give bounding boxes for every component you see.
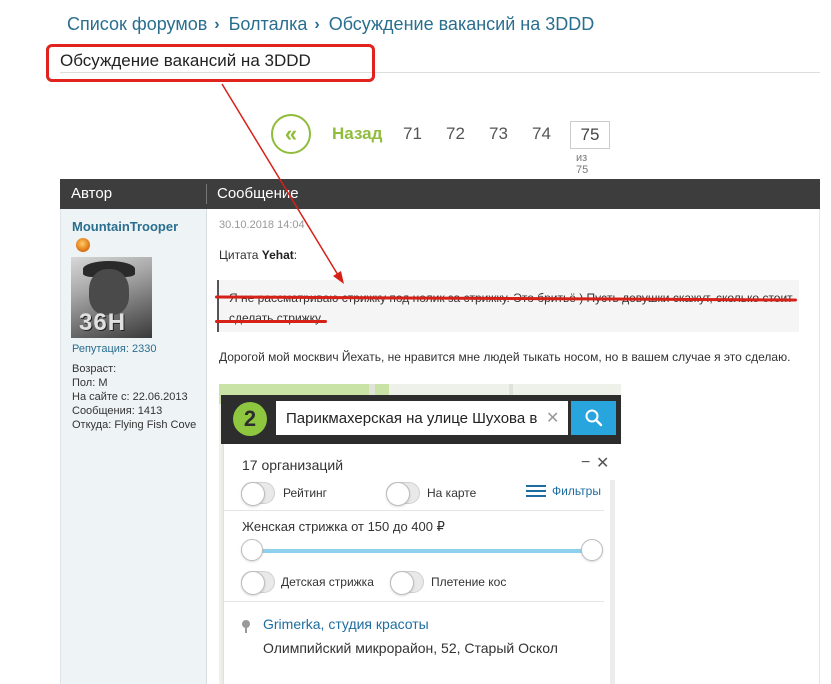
posts-table-header: Автор Сообщение bbox=[60, 179, 820, 209]
close-panel-icon[interactable]: ✕ bbox=[596, 453, 609, 473]
price-slider-track[interactable] bbox=[252, 549, 592, 553]
quote-author: Yehat bbox=[261, 248, 294, 262]
quote-header: Цитата Yehat: bbox=[219, 248, 297, 262]
filters-icon bbox=[526, 485, 546, 497]
author-info: Возраст: Пол: М На сайте с: 22.06.2013 С… bbox=[72, 362, 196, 432]
filters-label: Фильтры bbox=[552, 484, 601, 498]
filters-button[interactable]: Фильтры bbox=[526, 484, 601, 498]
red-underline-mark bbox=[215, 320, 327, 323]
page-link-71[interactable]: 71 bbox=[403, 124, 422, 144]
toggle-braiding[interactable] bbox=[390, 571, 424, 595]
map-search-bar: 2 ✕ bbox=[221, 395, 621, 444]
author-panel: MountainTrooper 36H Репутация: 2330 Возр… bbox=[60, 209, 206, 684]
double-chevron-left-icon[interactable]: « bbox=[271, 114, 311, 154]
results-count: 17 организаций bbox=[242, 457, 344, 473]
author-location: Откуда: Flying Fish Cove bbox=[72, 419, 197, 431]
panel-divider bbox=[224, 510, 604, 511]
panel-divider bbox=[224, 601, 604, 602]
pagination-back-link[interactable]: Назад bbox=[332, 124, 382, 144]
avatar: 36H bbox=[71, 257, 152, 338]
toggle-on-map[interactable] bbox=[386, 482, 420, 506]
author-joined: На сайте с: 22.06.2013 bbox=[72, 391, 188, 403]
price-slider-min-handle[interactable] bbox=[241, 539, 263, 561]
toggle-braiding-label: Плетение кос bbox=[431, 575, 507, 589]
post-body-text: Дорогой мой москвич Йехать, не нравится … bbox=[219, 350, 791, 364]
breadcrumb-topic-link[interactable]: Обсуждение вакансий на 3DDD bbox=[329, 14, 595, 35]
panel-scrollbar[interactable] bbox=[610, 480, 615, 684]
map-search-input[interactable] bbox=[276, 401, 568, 435]
author-gender: Пол: М bbox=[72, 377, 108, 389]
quote-block: Я не рассматриваю стрижку под нолик за с… bbox=[217, 280, 799, 332]
results-panel: 17 организаций − ✕ Рейтинг На карте Филь… bbox=[224, 444, 621, 684]
column-message: Сообщение bbox=[217, 185, 299, 202]
toggle-kids-haircut-label: Детская стрижка bbox=[281, 575, 374, 589]
author-reputation[interactable]: Репутация: 2330 bbox=[72, 343, 156, 355]
avatar-badge-text: 36H bbox=[79, 309, 127, 336]
organization-link[interactable]: Grimerka, студия красоты bbox=[263, 616, 429, 632]
column-divider bbox=[206, 184, 207, 204]
organization-address: Олимпийский микрорайон, 52, Старый Оскол bbox=[263, 640, 558, 656]
breadcrumb-separator-icon: › bbox=[214, 15, 220, 33]
author-name-link[interactable]: MountainTrooper bbox=[72, 219, 178, 234]
embedded-map-screenshot: 2 ✕ 17 организаций − ✕ Рейтинг На карте bbox=[219, 384, 621, 684]
close-icon[interactable]: ✕ bbox=[546, 408, 559, 428]
price-filter-label: Женская стрижка от 150 до 400 ₽ bbox=[242, 519, 445, 534]
post-date: 30.10.2018 14:04 bbox=[219, 219, 305, 231]
location-pin-icon bbox=[242, 620, 250, 633]
price-slider-max-handle[interactable] bbox=[581, 539, 603, 561]
post-content: 30.10.2018 14:04 Цитата Yehat: Я не расс… bbox=[206, 209, 820, 684]
page-current: 75 bbox=[570, 121, 610, 149]
page-total: из 75 bbox=[576, 152, 589, 176]
title-red-highlight-box bbox=[46, 44, 375, 82]
toggle-kids-haircut[interactable] bbox=[241, 571, 275, 595]
breadcrumb-forums-link[interactable]: Список форумов bbox=[67, 14, 207, 35]
page-link-73[interactable]: 73 bbox=[489, 124, 508, 144]
search-button[interactable] bbox=[571, 401, 616, 435]
page-link-74[interactable]: 74 bbox=[532, 124, 551, 144]
minimize-icon[interactable]: − bbox=[581, 454, 590, 472]
author-age: Возраст: bbox=[72, 363, 117, 375]
toggle-rating[interactable] bbox=[241, 482, 275, 506]
quote-prefix: Цитата bbox=[219, 248, 259, 262]
breadcrumb: Список форумов › Болталка › Обсуждение в… bbox=[67, 14, 594, 35]
search-icon bbox=[585, 409, 602, 427]
page-link-72[interactable]: 72 bbox=[446, 124, 465, 144]
2gis-logo-icon: 2 bbox=[233, 402, 267, 436]
quote-colon: : bbox=[293, 248, 298, 262]
toggle-rating-label: Рейтинг bbox=[283, 486, 328, 500]
toggle-on-map-label: На карте bbox=[427, 486, 477, 500]
rank-badge-icon bbox=[76, 238, 90, 252]
column-author: Автор bbox=[71, 185, 113, 202]
author-post-count: Сообщения: 1413 bbox=[72, 405, 163, 417]
breadcrumb-chat-link[interactable]: Болталка bbox=[229, 14, 308, 35]
breadcrumb-separator-icon: › bbox=[314, 15, 320, 33]
